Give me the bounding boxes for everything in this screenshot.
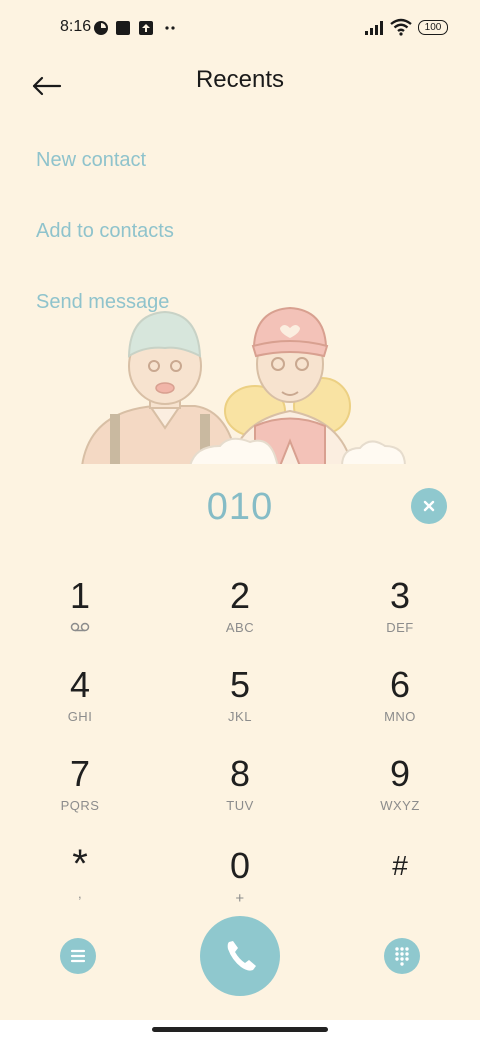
- send-message-link[interactable]: Send message: [36, 291, 169, 314]
- add-to-contacts-link[interactable]: Add to contacts: [36, 220, 174, 243]
- key-star[interactable]: * ,: [20, 842, 140, 926]
- key-7[interactable]: 7 PQRS: [20, 754, 140, 834]
- key-4[interactable]: 4 GHI: [20, 665, 140, 745]
- dialpad-icon: [395, 947, 409, 966]
- key-1[interactable]: 1: [20, 576, 140, 656]
- voicemail-icon: [70, 622, 90, 632]
- page-title: Recents: [195, 66, 285, 93]
- status-bar: 8:16 100: [0, 0, 480, 56]
- key-digit: 4: [69, 664, 91, 705]
- key-digit: 6: [389, 664, 411, 705]
- key-digit: #: [392, 850, 408, 881]
- key-5[interactable]: 5 JKL: [180, 665, 300, 745]
- key-digit: 2: [229, 575, 251, 616]
- key-0[interactable]: 0 +: [180, 846, 300, 926]
- data-saver-icon: [94, 21, 108, 35]
- key-digit: 8: [229, 753, 251, 794]
- key-letters: JKL: [228, 709, 252, 724]
- key-6[interactable]: 6 MNO: [340, 665, 460, 745]
- call-button[interactable]: [200, 916, 280, 996]
- clear-button[interactable]: [411, 488, 447, 524]
- key-letters: PQRS: [60, 798, 100, 813]
- more-notifications-icon: [165, 26, 175, 30]
- key-letters: DEF: [386, 620, 414, 635]
- battery-level: 100: [424, 22, 442, 33]
- key-2[interactable]: 2 ABC: [180, 576, 300, 656]
- menu-icon: [70, 949, 86, 963]
- key-digit: 1: [69, 575, 91, 616]
- new-contact-link[interactable]: New contact: [36, 149, 146, 172]
- key-letters: WXYZ: [380, 798, 420, 813]
- key-letters: GHI: [67, 709, 93, 724]
- upload-notification-icon: [139, 21, 153, 35]
- status-time: 8:16: [60, 18, 92, 35]
- key-hash[interactable]: #: [340, 846, 460, 926]
- key-letters: ,: [77, 886, 83, 901]
- key-digit: 7: [69, 753, 91, 794]
- battery-icon: 100: [418, 20, 448, 35]
- home-indicator[interactable]: [152, 1027, 328, 1032]
- key-8[interactable]: 8 TUV: [180, 754, 300, 834]
- square-notification-icon: [116, 21, 130, 35]
- key-digit: 0: [229, 845, 251, 886]
- key-letters: ABC: [225, 620, 255, 635]
- couple-illustration: [80, 306, 410, 466]
- key-digit: 5: [229, 664, 251, 705]
- key-digit: *: [72, 842, 88, 886]
- dialpad-toggle-button[interactable]: [384, 938, 420, 974]
- key-digit: 3: [389, 575, 411, 616]
- key-9[interactable]: 9 WXYZ: [340, 754, 460, 834]
- key-letters: TUV: [226, 798, 254, 813]
- phone-icon: [227, 941, 256, 971]
- close-icon: [423, 500, 435, 512]
- top-bar: Recents: [0, 56, 480, 108]
- key-3[interactable]: 3 DEF: [340, 576, 460, 656]
- wifi-icon: [390, 18, 412, 36]
- dialed-number: 010: [206, 486, 274, 528]
- signal-icon: [365, 21, 383, 35]
- key-letters: +: [235, 890, 245, 907]
- key-digit: 9: [389, 753, 411, 794]
- menu-button[interactable]: [60, 938, 96, 974]
- key-letters: MNO: [384, 709, 416, 724]
